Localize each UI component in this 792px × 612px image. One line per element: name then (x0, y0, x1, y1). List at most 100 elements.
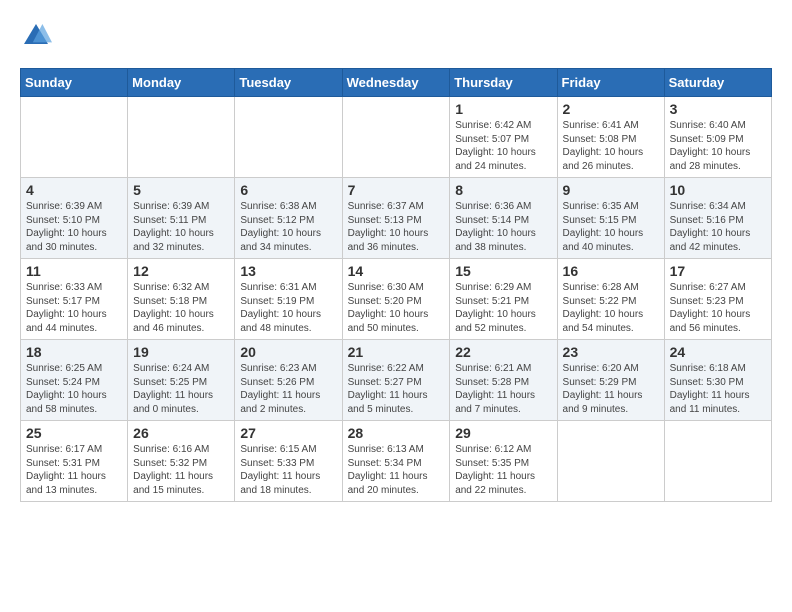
day-number: 27 (240, 425, 336, 441)
calendar-cell (21, 97, 128, 178)
calendar-cell: 29Sunrise: 6:12 AMSunset: 5:35 PMDayligh… (450, 421, 557, 502)
day-number: 23 (563, 344, 659, 360)
day-number: 5 (133, 182, 229, 198)
logo-icon (20, 20, 52, 52)
calendar-cell: 21 Sunrise: 6:22 AMSunset: 5:27 PMDayligh… (342, 340, 450, 421)
calendar-table: SundayMondayTuesdayWednesdayThursdayFrid… (20, 68, 772, 502)
calendar-week-3: 11 Sunrise: 6:33 AMSunset: 5:17 PMDayligh… (21, 259, 772, 340)
day-number: 26 (133, 425, 229, 441)
calendar-cell: 19 Sunrise: 6:24 AMSunset: 5:25 PMDayligh… (128, 340, 235, 421)
calendar-week-2: 4 Sunrise: 6:39 AMSunset: 5:10 PMDaylight… (21, 178, 772, 259)
day-info: Sunrise: 6:20 AMSunset: 5:29 PMDaylight:… (563, 362, 659, 416)
day-info: Sunrise: 6:30 AMSunset: 5:20 PMDaylight:… (348, 281, 445, 335)
calendar-cell: 12 Sunrise: 6:32 AMSunset: 5:18 PMDayligh… (128, 259, 235, 340)
calendar-cell: 22 Sunrise: 6:21 AMSunset: 5:28 PMDayligh… (450, 340, 557, 421)
calendar-cell (128, 97, 235, 178)
day-info: Sunrise: 6:34 AMSunset: 5:16 PMDaylight:… (670, 200, 766, 254)
day-info: Sunrise: 6:39 AMSunset: 5:10 PMDaylight:… (26, 200, 122, 254)
calendar-cell: 11 Sunrise: 6:33 AMSunset: 5:17 PMDayligh… (21, 259, 128, 340)
day-number: 7 (348, 182, 445, 198)
calendar-cell: 26 Sunrise: 6:16 AMSunset: 5:32 PMDayligh… (128, 421, 235, 502)
calendar-cell: 17 Sunrise: 6:27 AMSunset: 5:23 PMDayligh… (664, 259, 771, 340)
day-info: Sunrise: 6:29 AMSunset: 5:21 PMDaylight:… (455, 281, 551, 335)
calendar-cell: 4 Sunrise: 6:39 AMSunset: 5:10 PMDaylight… (21, 178, 128, 259)
day-info: Sunrise: 6:24 AMSunset: 5:25 PMDaylight:… (133, 362, 229, 416)
day-info: Sunrise: 6:32 AMSunset: 5:18 PMDaylight:… (133, 281, 229, 335)
calendar-header-row: SundayMondayTuesdayWednesdayThursdayFrid… (21, 69, 772, 97)
day-number: 4 (26, 182, 122, 198)
day-number: 11 (26, 263, 122, 279)
calendar-cell (664, 421, 771, 502)
day-info: Sunrise: 6:31 AMSunset: 5:19 PMDaylight:… (240, 281, 336, 335)
day-info: Sunrise: 6:36 AMSunset: 5:14 PMDaylight:… (455, 200, 551, 254)
day-info: Sunrise: 6:27 AMSunset: 5:23 PMDaylight:… (670, 281, 766, 335)
calendar-week-4: 18 Sunrise: 6:25 AMSunset: 5:24 PMDayligh… (21, 340, 772, 421)
day-info: Sunrise: 6:15 AMSunset: 5:33 PMDaylight:… (240, 443, 336, 497)
day-number: 8 (455, 182, 551, 198)
calendar-cell: 25 Sunrise: 6:17 AMSunset: 5:31 PMDayligh… (21, 421, 128, 502)
day-info: Sunrise: 6:40 AMSunset: 5:09 PMDaylight:… (670, 119, 766, 173)
day-number: 20 (240, 344, 336, 360)
calendar-cell: 16Sunrise: 6:28 AMSunset: 5:22 PMDayligh… (557, 259, 664, 340)
header-monday: Monday (128, 69, 235, 97)
calendar-cell: 2 Sunrise: 6:41 AMSunset: 5:08 PMDaylight… (557, 97, 664, 178)
day-info: Sunrise: 6:13 AMSunset: 5:34 PMDaylight:… (348, 443, 445, 497)
day-number: 25 (26, 425, 122, 441)
calendar-cell: 1 Sunrise: 6:42 AMSunset: 5:07 PMDaylight… (450, 97, 557, 178)
calendar-week-1: 1 Sunrise: 6:42 AMSunset: 5:07 PMDaylight… (21, 97, 772, 178)
header-wednesday: Wednesday (342, 69, 450, 97)
calendar-cell: 10 Sunrise: 6:34 AMSunset: 5:16 PMDayligh… (664, 178, 771, 259)
day-number: 1 (455, 101, 551, 117)
day-number: 15 (455, 263, 551, 279)
header-tuesday: Tuesday (235, 69, 342, 97)
calendar-cell: 18 Sunrise: 6:25 AMSunset: 5:24 PMDayligh… (21, 340, 128, 421)
day-info: Sunrise: 6:17 AMSunset: 5:31 PMDaylight:… (26, 443, 122, 497)
day-number: 13 (240, 263, 336, 279)
header-friday: Friday (557, 69, 664, 97)
header-sunday: Sunday (21, 69, 128, 97)
calendar-cell (342, 97, 450, 178)
calendar-cell: 13 Sunrise: 6:31 AMSunset: 5:19 PMDayligh… (235, 259, 342, 340)
day-number: 28 (348, 425, 445, 441)
day-number: 18 (26, 344, 122, 360)
calendar-cell: 15 Sunrise: 6:29 AMSunset: 5:21 PMDayligh… (450, 259, 557, 340)
calendar-cell: 27 Sunrise: 6:15 AMSunset: 5:33 PMDayligh… (235, 421, 342, 502)
day-number: 19 (133, 344, 229, 360)
calendar-cell: 9 Sunrise: 6:35 AMSunset: 5:15 PMDaylight… (557, 178, 664, 259)
calendar-cell: 20Sunrise: 6:23 AMSunset: 5:26 PMDayligh… (235, 340, 342, 421)
calendar-cell: 24Sunrise: 6:18 AMSunset: 5:30 PMDayligh… (664, 340, 771, 421)
day-number: 12 (133, 263, 229, 279)
day-number: 22 (455, 344, 551, 360)
day-info: Sunrise: 6:25 AMSunset: 5:24 PMDaylight:… (26, 362, 122, 416)
day-info: Sunrise: 6:28 AMSunset: 5:22 PMDaylight:… (563, 281, 659, 335)
calendar-cell: 14 Sunrise: 6:30 AMSunset: 5:20 PMDayligh… (342, 259, 450, 340)
calendar-cell: 3 Sunrise: 6:40 AMSunset: 5:09 PMDaylight… (664, 97, 771, 178)
calendar-cell: 28 Sunrise: 6:13 AMSunset: 5:34 PMDayligh… (342, 421, 450, 502)
day-number: 2 (563, 101, 659, 117)
day-info: Sunrise: 6:42 AMSunset: 5:07 PMDaylight:… (455, 119, 551, 173)
day-info: Sunrise: 6:22 AMSunset: 5:27 PMDaylight:… (348, 362, 445, 416)
day-number: 10 (670, 182, 766, 198)
day-info: Sunrise: 6:16 AMSunset: 5:32 PMDaylight:… (133, 443, 229, 497)
header-thursday: Thursday (450, 69, 557, 97)
day-info: Sunrise: 6:18 AMSunset: 5:30 PMDaylight:… (670, 362, 766, 416)
day-number: 6 (240, 182, 336, 198)
day-info: Sunrise: 6:37 AMSunset: 5:13 PMDaylight:… (348, 200, 445, 254)
day-info: Sunrise: 6:33 AMSunset: 5:17 PMDaylight:… (26, 281, 122, 335)
calendar-cell (235, 97, 342, 178)
day-number: 17 (670, 263, 766, 279)
day-number: 14 (348, 263, 445, 279)
calendar-week-5: 25 Sunrise: 6:17 AMSunset: 5:31 PMDayligh… (21, 421, 772, 502)
day-info: Sunrise: 6:41 AMSunset: 5:08 PMDaylight:… (563, 119, 659, 173)
day-number: 21 (348, 344, 445, 360)
day-info: Sunrise: 6:39 AMSunset: 5:11 PMDaylight:… (133, 200, 229, 254)
day-number: 9 (563, 182, 659, 198)
calendar-cell: 6 Sunrise: 6:38 AMSunset: 5:12 PMDaylight… (235, 178, 342, 259)
calendar-cell: 23 Sunrise: 6:20 AMSunset: 5:29 PMDayligh… (557, 340, 664, 421)
day-info: Sunrise: 6:35 AMSunset: 5:15 PMDaylight:… (563, 200, 659, 254)
day-info: Sunrise: 6:21 AMSunset: 5:28 PMDaylight:… (455, 362, 551, 416)
day-number: 3 (670, 101, 766, 117)
day-info: Sunrise: 6:38 AMSunset: 5:12 PMDaylight:… (240, 200, 336, 254)
logo (20, 20, 56, 52)
day-number: 29 (455, 425, 551, 441)
